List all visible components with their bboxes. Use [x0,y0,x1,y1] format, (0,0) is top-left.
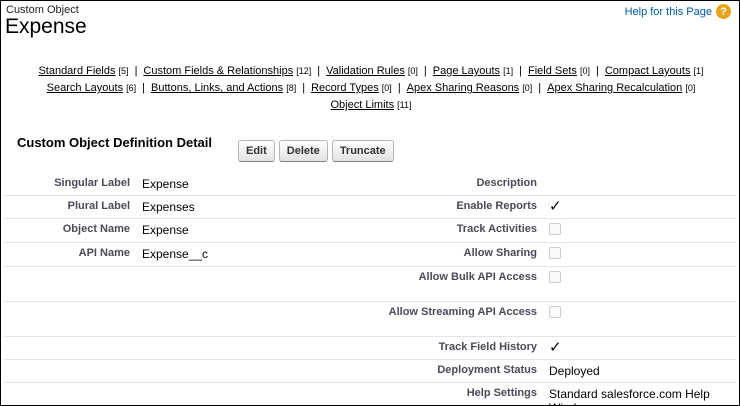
related-link[interactable]: Custom Fields & Relationships [143,65,293,77]
field-label [4,301,136,337]
field-value: Expenses [136,195,354,219]
checkbox-cell: ✓ [543,336,736,360]
checkbox-unchecked-icon [549,306,561,318]
field-label: Object Name [4,218,136,243]
link-separator: | [302,82,306,94]
field-value [136,266,354,302]
field-label: Deployment Status [354,359,543,383]
related-link-count: [0] [381,83,392,93]
field-value: Expense [136,218,354,243]
detail-button-bar: Edit Delete Truncate [238,140,394,162]
related-link-count: [1] [503,66,514,76]
field-value: Deployed [543,359,736,383]
field-value: Expense__c [136,242,354,267]
detail-row: Help Settings Standard salesforce.com Hel… [4,383,736,406]
field-value [136,301,354,337]
related-link-count: [0] [407,66,418,76]
related-link-count: [0] [579,66,590,76]
field-label [4,266,136,302]
detail-table: Singular Label Expense Description Plural L… [4,173,736,406]
field-value [136,383,354,406]
field-value: Expense [136,173,354,196]
field-label: Track Activities [354,218,543,243]
link-separator: | [519,65,522,77]
checkbox-cell: ✓ [543,195,736,219]
help-icon[interactable]: ? [716,4,731,19]
field-label [4,383,136,406]
field-value [136,359,354,383]
checkmark-icon: ✓ [549,198,562,215]
field-label: Allow Streaming API Access [354,301,543,337]
field-label: Allow Bulk API Access [354,266,543,302]
related-link[interactable]: Record Types [311,82,379,94]
related-link-count: [8] [286,83,297,93]
related-link[interactable]: Field Sets [528,65,577,77]
related-link-count: [1] [693,66,704,76]
detail-row: Singular Label Expense Description [4,173,736,196]
related-link-count: [5] [118,66,129,76]
field-label: Track Field History [354,336,543,360]
related-link-count: [6] [126,83,137,93]
related-link[interactable]: Search Layouts [47,82,123,94]
related-link-count: [0] [522,83,533,93]
delete-button[interactable]: Delete [278,140,328,162]
help-link[interactable]: Help for this Page [625,6,712,18]
related-link[interactable]: Apex Sharing Reasons [407,82,520,94]
field-label: API Name [4,242,136,267]
checkbox-cell [543,242,736,267]
checkmark-icon: ✓ [549,339,562,356]
link-separator: | [596,65,599,77]
link-separator: | [397,82,401,94]
related-link[interactable]: Compact Layouts [605,65,691,77]
link-separator: | [317,65,321,77]
related-link[interactable]: Page Layouts [433,65,500,77]
related-link[interactable]: Buttons, Links, and Actions [151,82,283,94]
field-value [136,336,354,360]
detail-row: Deployment Status Deployed [4,359,736,383]
edit-button[interactable]: Edit [238,140,275,162]
field-label: Enable Reports [354,195,543,219]
checkbox-cell [543,218,736,243]
help-for-this-page[interactable]: Help for this Page ? [625,4,731,19]
related-link-count: [0] [685,83,696,93]
field-label: Plural Label [4,195,136,219]
link-separator: | [134,65,138,77]
related-link[interactable]: Apex Sharing Recalculation [547,82,682,94]
checkbox-cell [543,301,736,337]
detail-row: Object Name Expense Track Activities [4,218,736,243]
link-separator: | [423,65,427,77]
link-separator: | [142,82,146,94]
link-separator: | [538,82,542,94]
related-link[interactable]: Standard Fields [38,65,115,77]
field-label: Allow Sharing [354,242,543,267]
detail-row: API Name Expense__c Allow Sharing [4,242,736,267]
checkbox-cell [543,266,736,302]
checkbox-unchecked-icon [549,223,561,235]
page-title: Expense [5,15,87,38]
related-link-count: [11] [397,100,412,110]
field-label: Help Settings [466,387,537,399]
field-value [543,173,736,196]
field-value: Standard salesforce.com Help Window [549,387,710,405]
field-label: Description [354,173,543,196]
detail-row: Allow Bulk API Access [4,266,736,302]
detail-row: Plural Label Expenses Enable Reports ✓ [4,195,736,219]
field-label: Singular Label [4,173,136,196]
related-link-count: [12] [296,66,312,76]
detail-row: Allow Streaming API Access [4,301,736,337]
detail-row: Track Field History ✓ [4,336,736,360]
checkbox-unchecked-icon [549,271,561,283]
related-link[interactable]: Object Limits [331,99,395,111]
field-label [4,336,136,360]
related-list-links: Standard Fields [5] | Custom Fields & Rela… [11,63,731,114]
checkbox-unchecked-icon [549,247,561,259]
truncate-button[interactable]: Truncate [331,140,394,162]
field-label [4,359,136,383]
custom-object-detail-page: Custom Object Expense Help for this Page… [0,0,740,406]
section-title: Custom Object Definition Detail [17,135,213,150]
related-link[interactable]: Validation Rules [326,65,405,77]
